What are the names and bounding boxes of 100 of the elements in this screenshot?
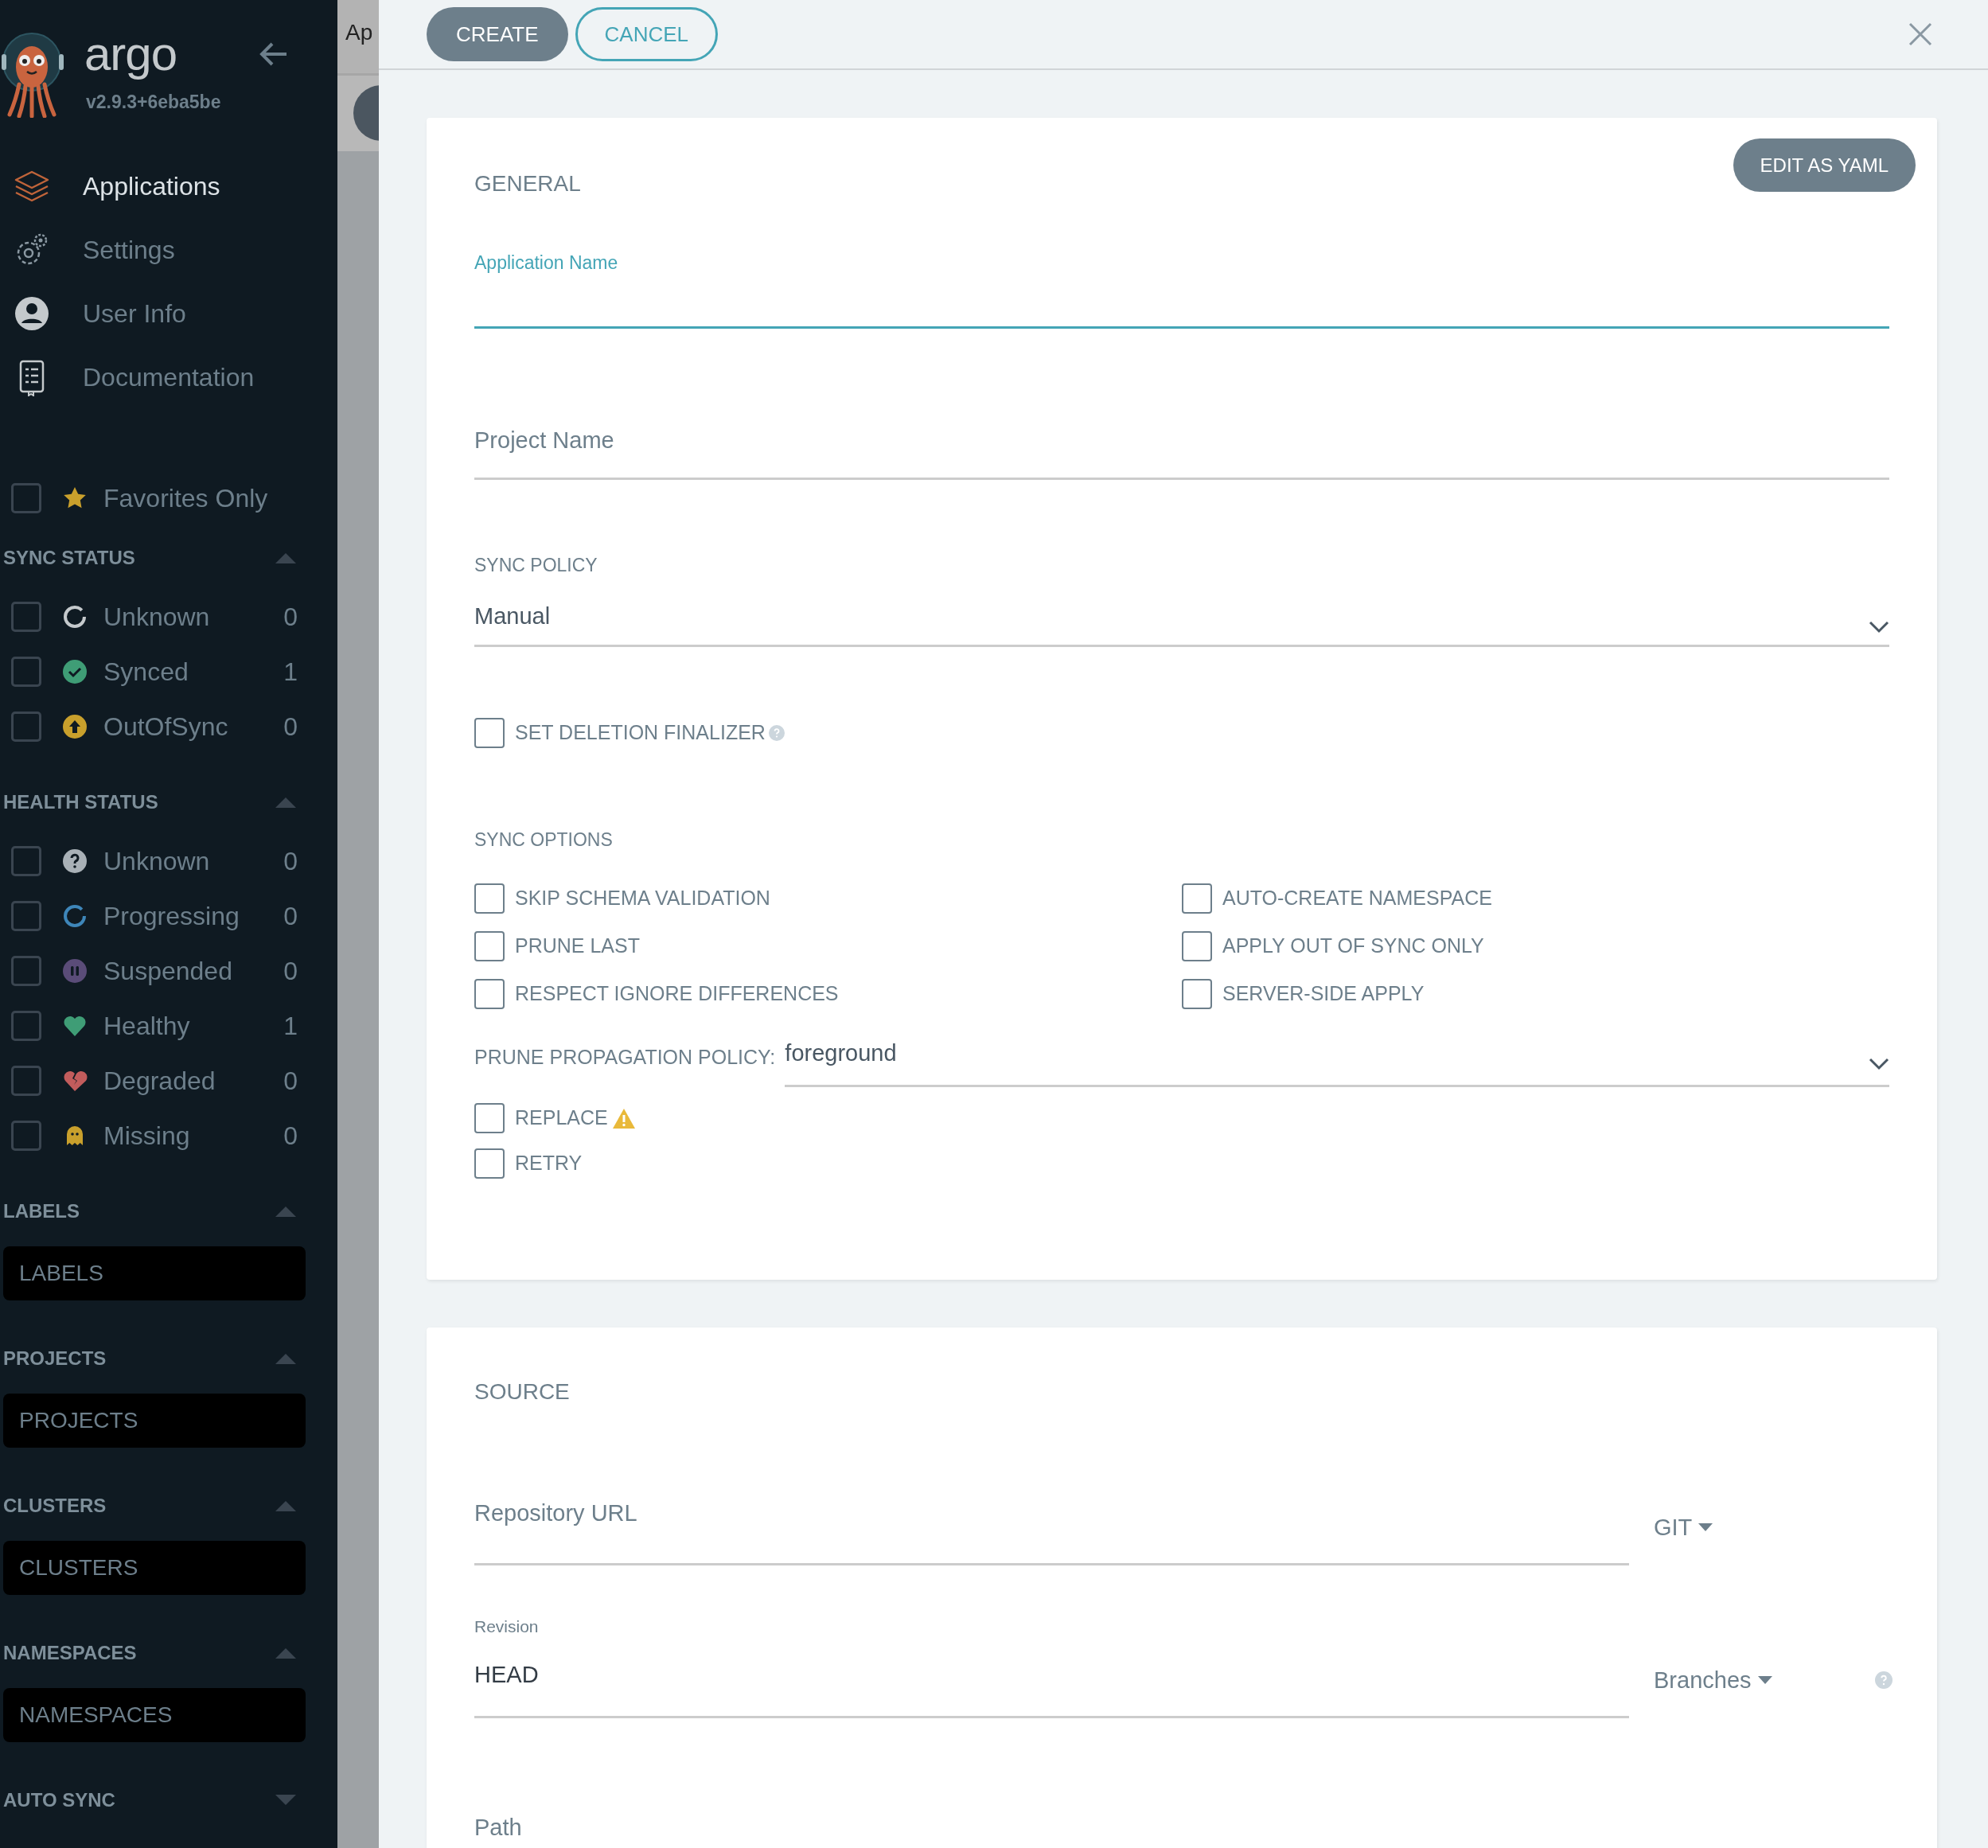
close-icon[interactable]: [1908, 22, 1932, 46]
filter-heading[interactable]: SYNC STATUS: [3, 544, 135, 572]
filter-input[interactable]: PROJECTS: [3, 1394, 306, 1448]
checkbox[interactable]: [11, 1120, 41, 1151]
field-label: Application Name: [474, 251, 619, 274]
checkbox[interactable]: [11, 1065, 41, 1096]
filter-heading[interactable]: AUTO SYNC: [3, 1786, 115, 1815]
option-label[interactable]: APPLY OUT OF SYNC ONLY: [1222, 931, 1484, 961]
collapse-triangle-icon[interactable]: [274, 552, 298, 564]
option-label[interactable]: REPLACE: [515, 1103, 608, 1133]
option-label[interactable]: RETRY: [515, 1148, 583, 1179]
user-icon[interactable]: [13, 294, 51, 333]
checkbox[interactable]: [11, 711, 41, 742]
checkbox[interactable]: [1182, 979, 1212, 1009]
filter-count: 1: [283, 656, 298, 688]
checkbox[interactable]: [474, 1103, 505, 1133]
page-title-text: Ap: [345, 20, 373, 45]
collapse-triangle-icon[interactable]: [274, 1499, 298, 1512]
field-label: PRUNE PROPAGATION POLICY:: [474, 1046, 776, 1070]
filter-label[interactable]: Unknown: [103, 597, 210, 636]
filter-label[interactable]: Degraded: [103, 1061, 216, 1100]
checkbox[interactable]: [11, 483, 41, 513]
filter-input[interactable]: NAMESPACES: [3, 1688, 306, 1742]
nav-item[interactable]: Applications: [83, 167, 220, 205]
filter-label[interactable]: Healthy: [103, 1006, 190, 1045]
project-name-field[interactable]: Project Name: [474, 420, 1889, 480]
dropdown-field[interactable]: foreground: [785, 1028, 1889, 1087]
check-circle-icon: [62, 658, 88, 684]
filter-count: 0: [283, 955, 298, 987]
ring-icon: [62, 603, 88, 630]
filter-heading[interactable]: HEALTH STATUS: [3, 788, 158, 817]
caret-icon: [1698, 1522, 1713, 1532]
chevron-down-icon: [1869, 1058, 1889, 1070]
option-label[interactable]: SERVER-SIDE APPLY: [1222, 979, 1425, 1009]
caret-icon: [1757, 1675, 1772, 1685]
filter-heading[interactable]: LABELS: [3, 1197, 80, 1226]
collapse-triangle-icon[interactable]: [274, 1205, 298, 1218]
checkbox[interactable]: [1182, 931, 1212, 961]
checkbox[interactable]: [1182, 883, 1212, 914]
filter-label[interactable]: Progressing: [103, 896, 240, 935]
filter-count: 0: [283, 601, 298, 633]
collapse-triangle-icon[interactable]: [274, 1647, 298, 1659]
section-subtitle: SYNC OPTIONS: [474, 828, 614, 851]
filter-label[interactable]: Suspended: [103, 951, 232, 990]
filter-count: 0: [283, 845, 298, 877]
collapse-triangle-icon[interactable]: [274, 796, 298, 809]
filter-heading[interactable]: NAMESPACES: [3, 1639, 137, 1667]
action-button[interactable]: CREATE: [427, 7, 568, 61]
field-label: Revision: [474, 1616, 540, 1637]
filter-label[interactable]: Synced: [103, 652, 189, 691]
filter-count: 1: [283, 1010, 298, 1042]
pause-circle-icon: [62, 957, 88, 984]
filter-count: 0: [283, 1120, 298, 1152]
action-button[interactable]: CANCEL: [575, 7, 718, 61]
dropdown-button[interactable]: Branches: [1654, 1663, 1772, 1698]
option-label[interactable]: PRUNE LAST: [515, 931, 640, 961]
filter-label[interactable]: Unknown: [103, 841, 210, 880]
brand-wordmark: argo: [84, 30, 177, 78]
checkbox[interactable]: [11, 1010, 41, 1041]
question-circle-icon: [62, 848, 88, 874]
filter-heading[interactable]: CLUSTERS: [3, 1491, 107, 1520]
checkbox[interactable]: [11, 656, 41, 687]
section-title: GENERAL: [474, 173, 581, 195]
collapse-triangle-icon[interactable]: [274, 1352, 298, 1365]
edit-yaml-button[interactable]: EDIT AS YAML: [1733, 138, 1916, 192]
checkbox[interactable]: [474, 931, 505, 961]
help-icon: [1875, 1671, 1892, 1690]
option-label[interactable]: RESPECT IGNORE DIFFERENCES: [515, 979, 839, 1009]
checkbox[interactable]: [11, 900, 41, 931]
checkbox[interactable]: [474, 979, 505, 1009]
filter-count: 0: [283, 1065, 298, 1097]
filter-heading[interactable]: PROJECTS: [3, 1344, 107, 1373]
option-label[interactable]: SKIP SCHEMA VALIDATION: [515, 883, 770, 914]
revision-field[interactable]: HEAD: [474, 1638, 1629, 1718]
filter-count: 0: [283, 900, 298, 932]
filter-label[interactable]: OutOfSync: [103, 707, 228, 746]
option-label[interactable]: AUTO-CREATE NAMESPACE: [1222, 883, 1492, 914]
checkbox[interactable]: [11, 845, 41, 876]
filter-count: 0: [283, 711, 298, 743]
checkbox[interactable]: [474, 1148, 505, 1179]
checkbox[interactable]: [474, 718, 505, 748]
filter-label[interactable]: Favorites Only: [103, 479, 268, 517]
option-label[interactable]: SET DELETION FINALIZER: [515, 718, 766, 748]
expand-triangle-icon[interactable]: [274, 1794, 298, 1807]
path-field[interactable]: Path: [474, 1806, 1608, 1848]
nav-item[interactable]: User Info: [83, 294, 186, 333]
checkbox[interactable]: [474, 883, 505, 914]
repository-url-field[interactable]: Repository URL: [474, 1491, 1629, 1565]
version-text: v2.9.3+6eba5be: [86, 91, 221, 114]
filter-input[interactable]: LABELS: [3, 1246, 306, 1300]
filter-label[interactable]: Missing: [103, 1116, 190, 1155]
nav-item[interactable]: Documentation: [83, 358, 255, 396]
dropdown-field[interactable]: Manual: [474, 576, 1889, 647]
checkbox[interactable]: [11, 601, 41, 632]
checkbox[interactable]: [11, 955, 41, 986]
back-arrow-icon[interactable]: [259, 41, 288, 67]
arrow-up-circle-icon: [62, 713, 88, 739]
nav-item[interactable]: Settings: [83, 231, 175, 269]
filter-input[interactable]: CLUSTERS: [3, 1541, 306, 1595]
dropdown-button[interactable]: GIT: [1654, 1510, 1713, 1545]
